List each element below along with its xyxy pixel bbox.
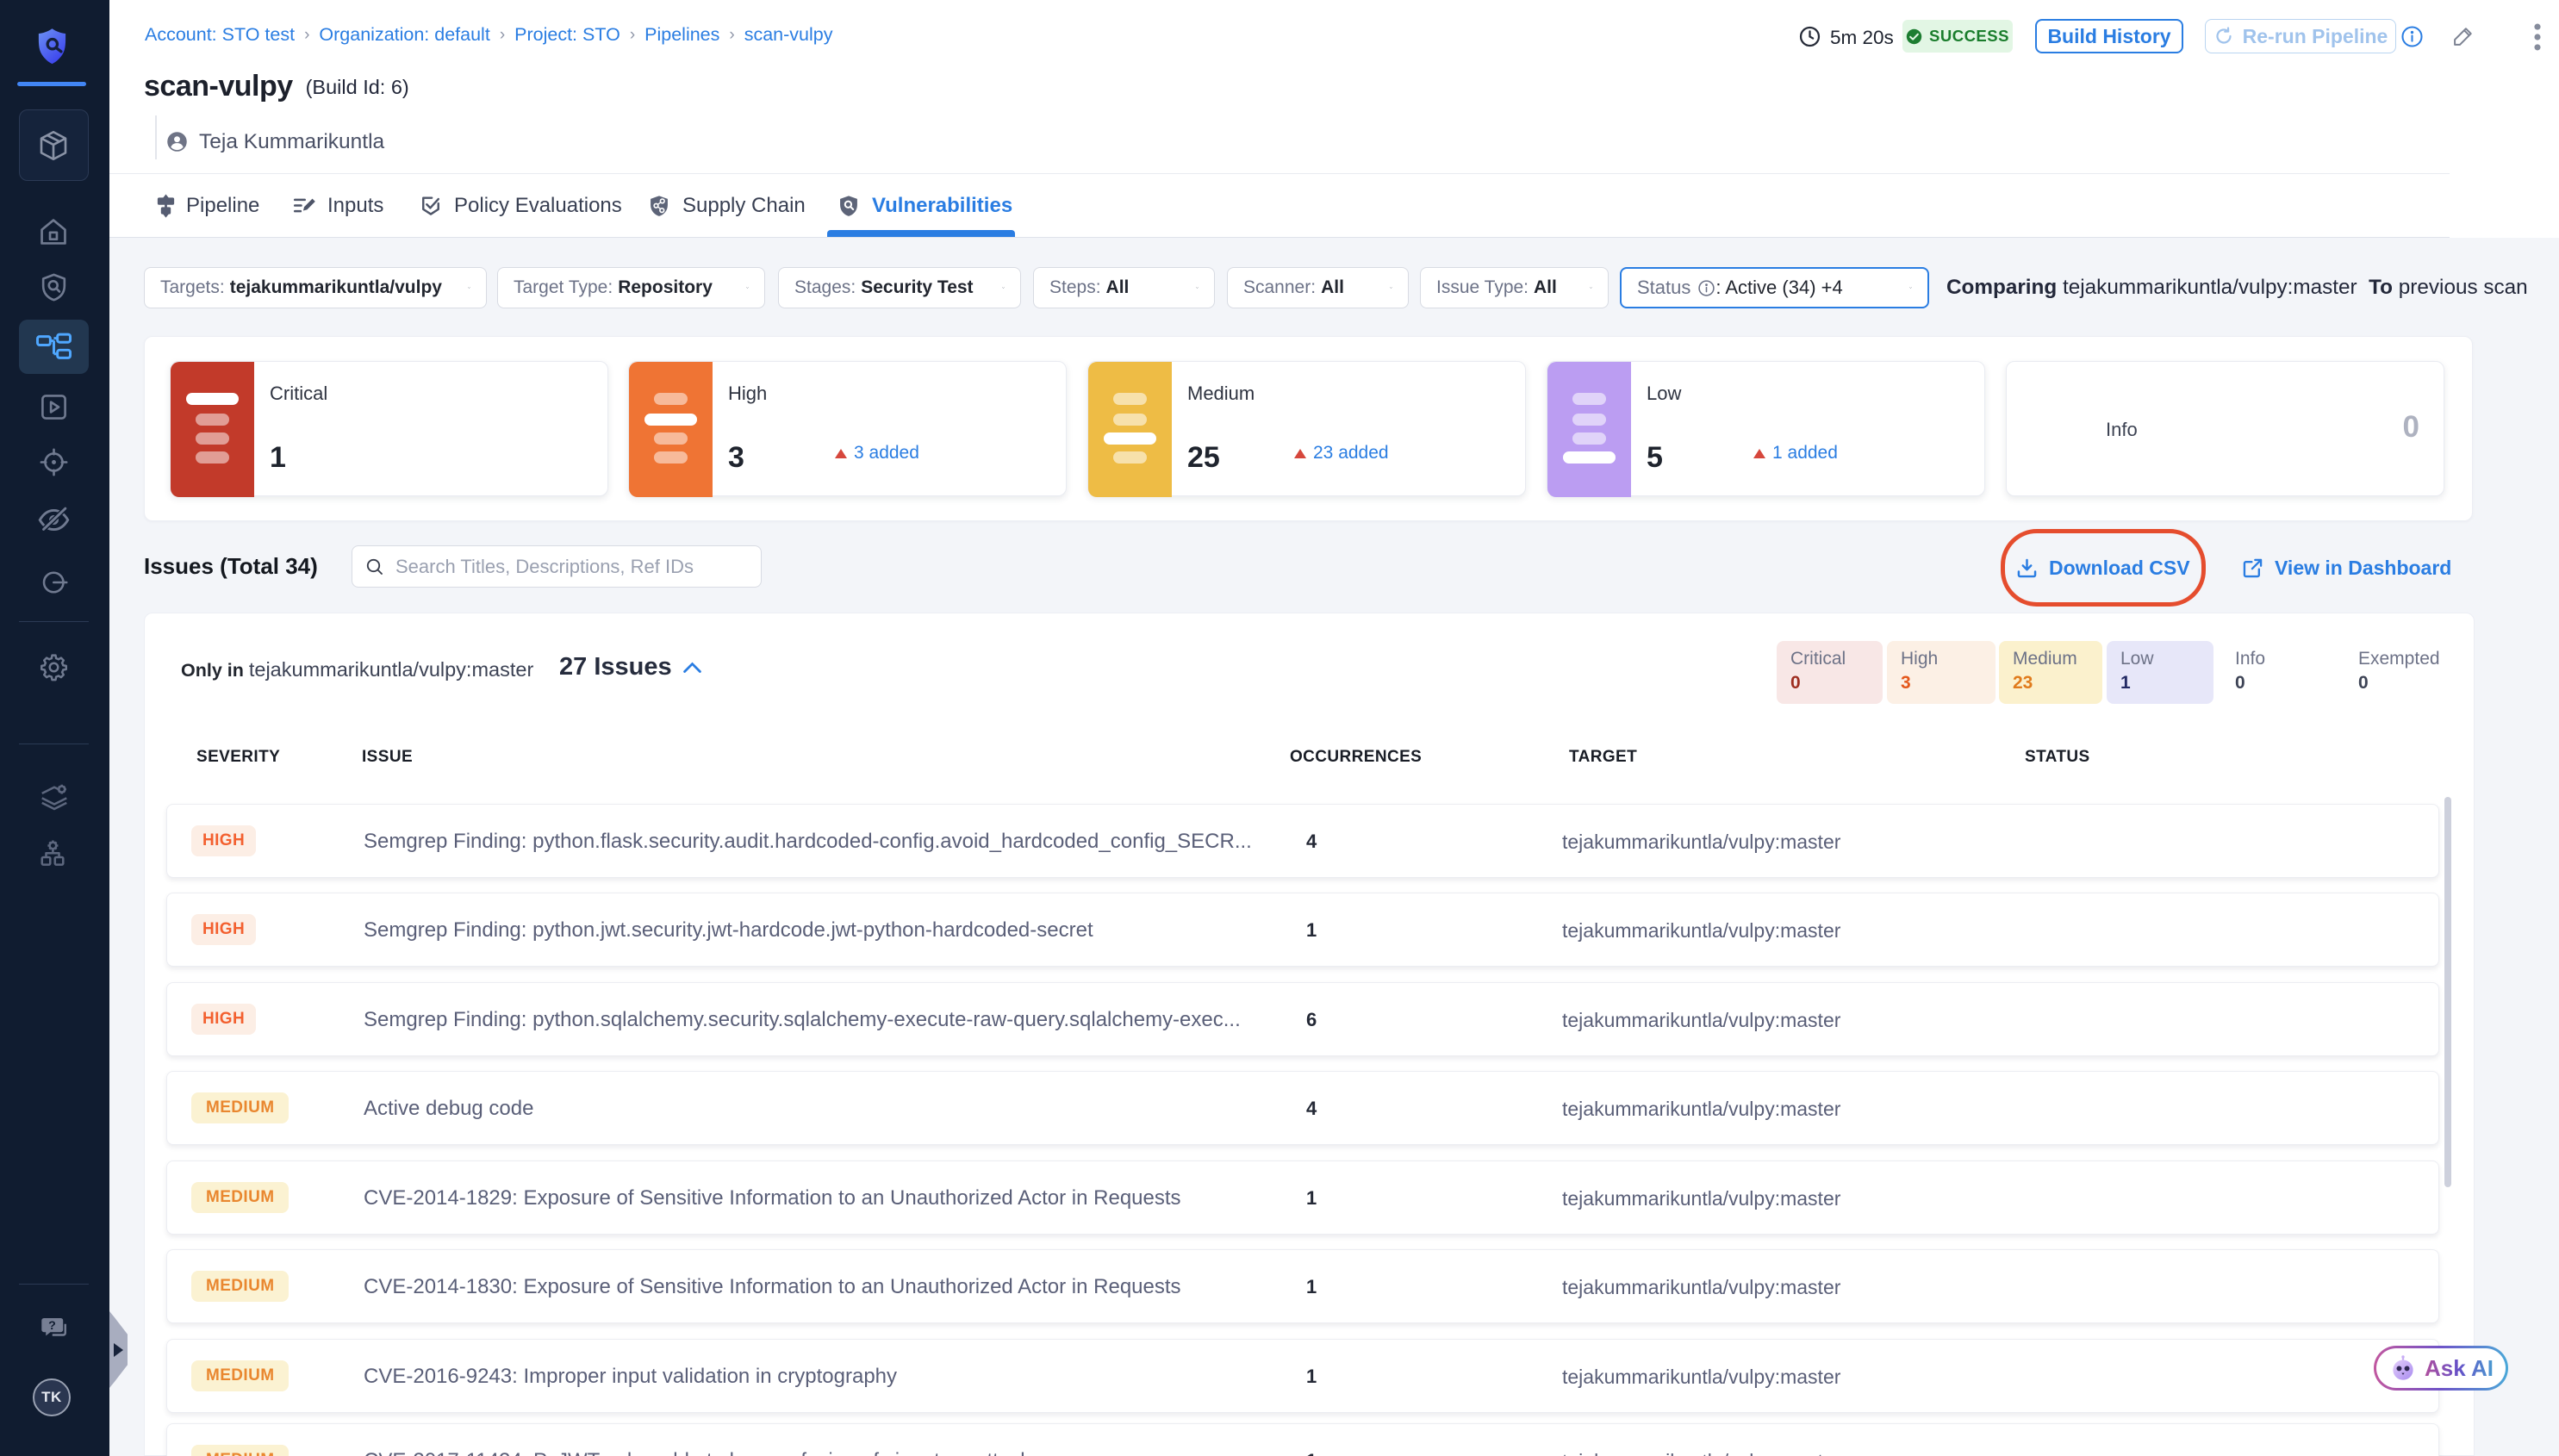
svg-text:?: ? <box>48 1319 56 1333</box>
